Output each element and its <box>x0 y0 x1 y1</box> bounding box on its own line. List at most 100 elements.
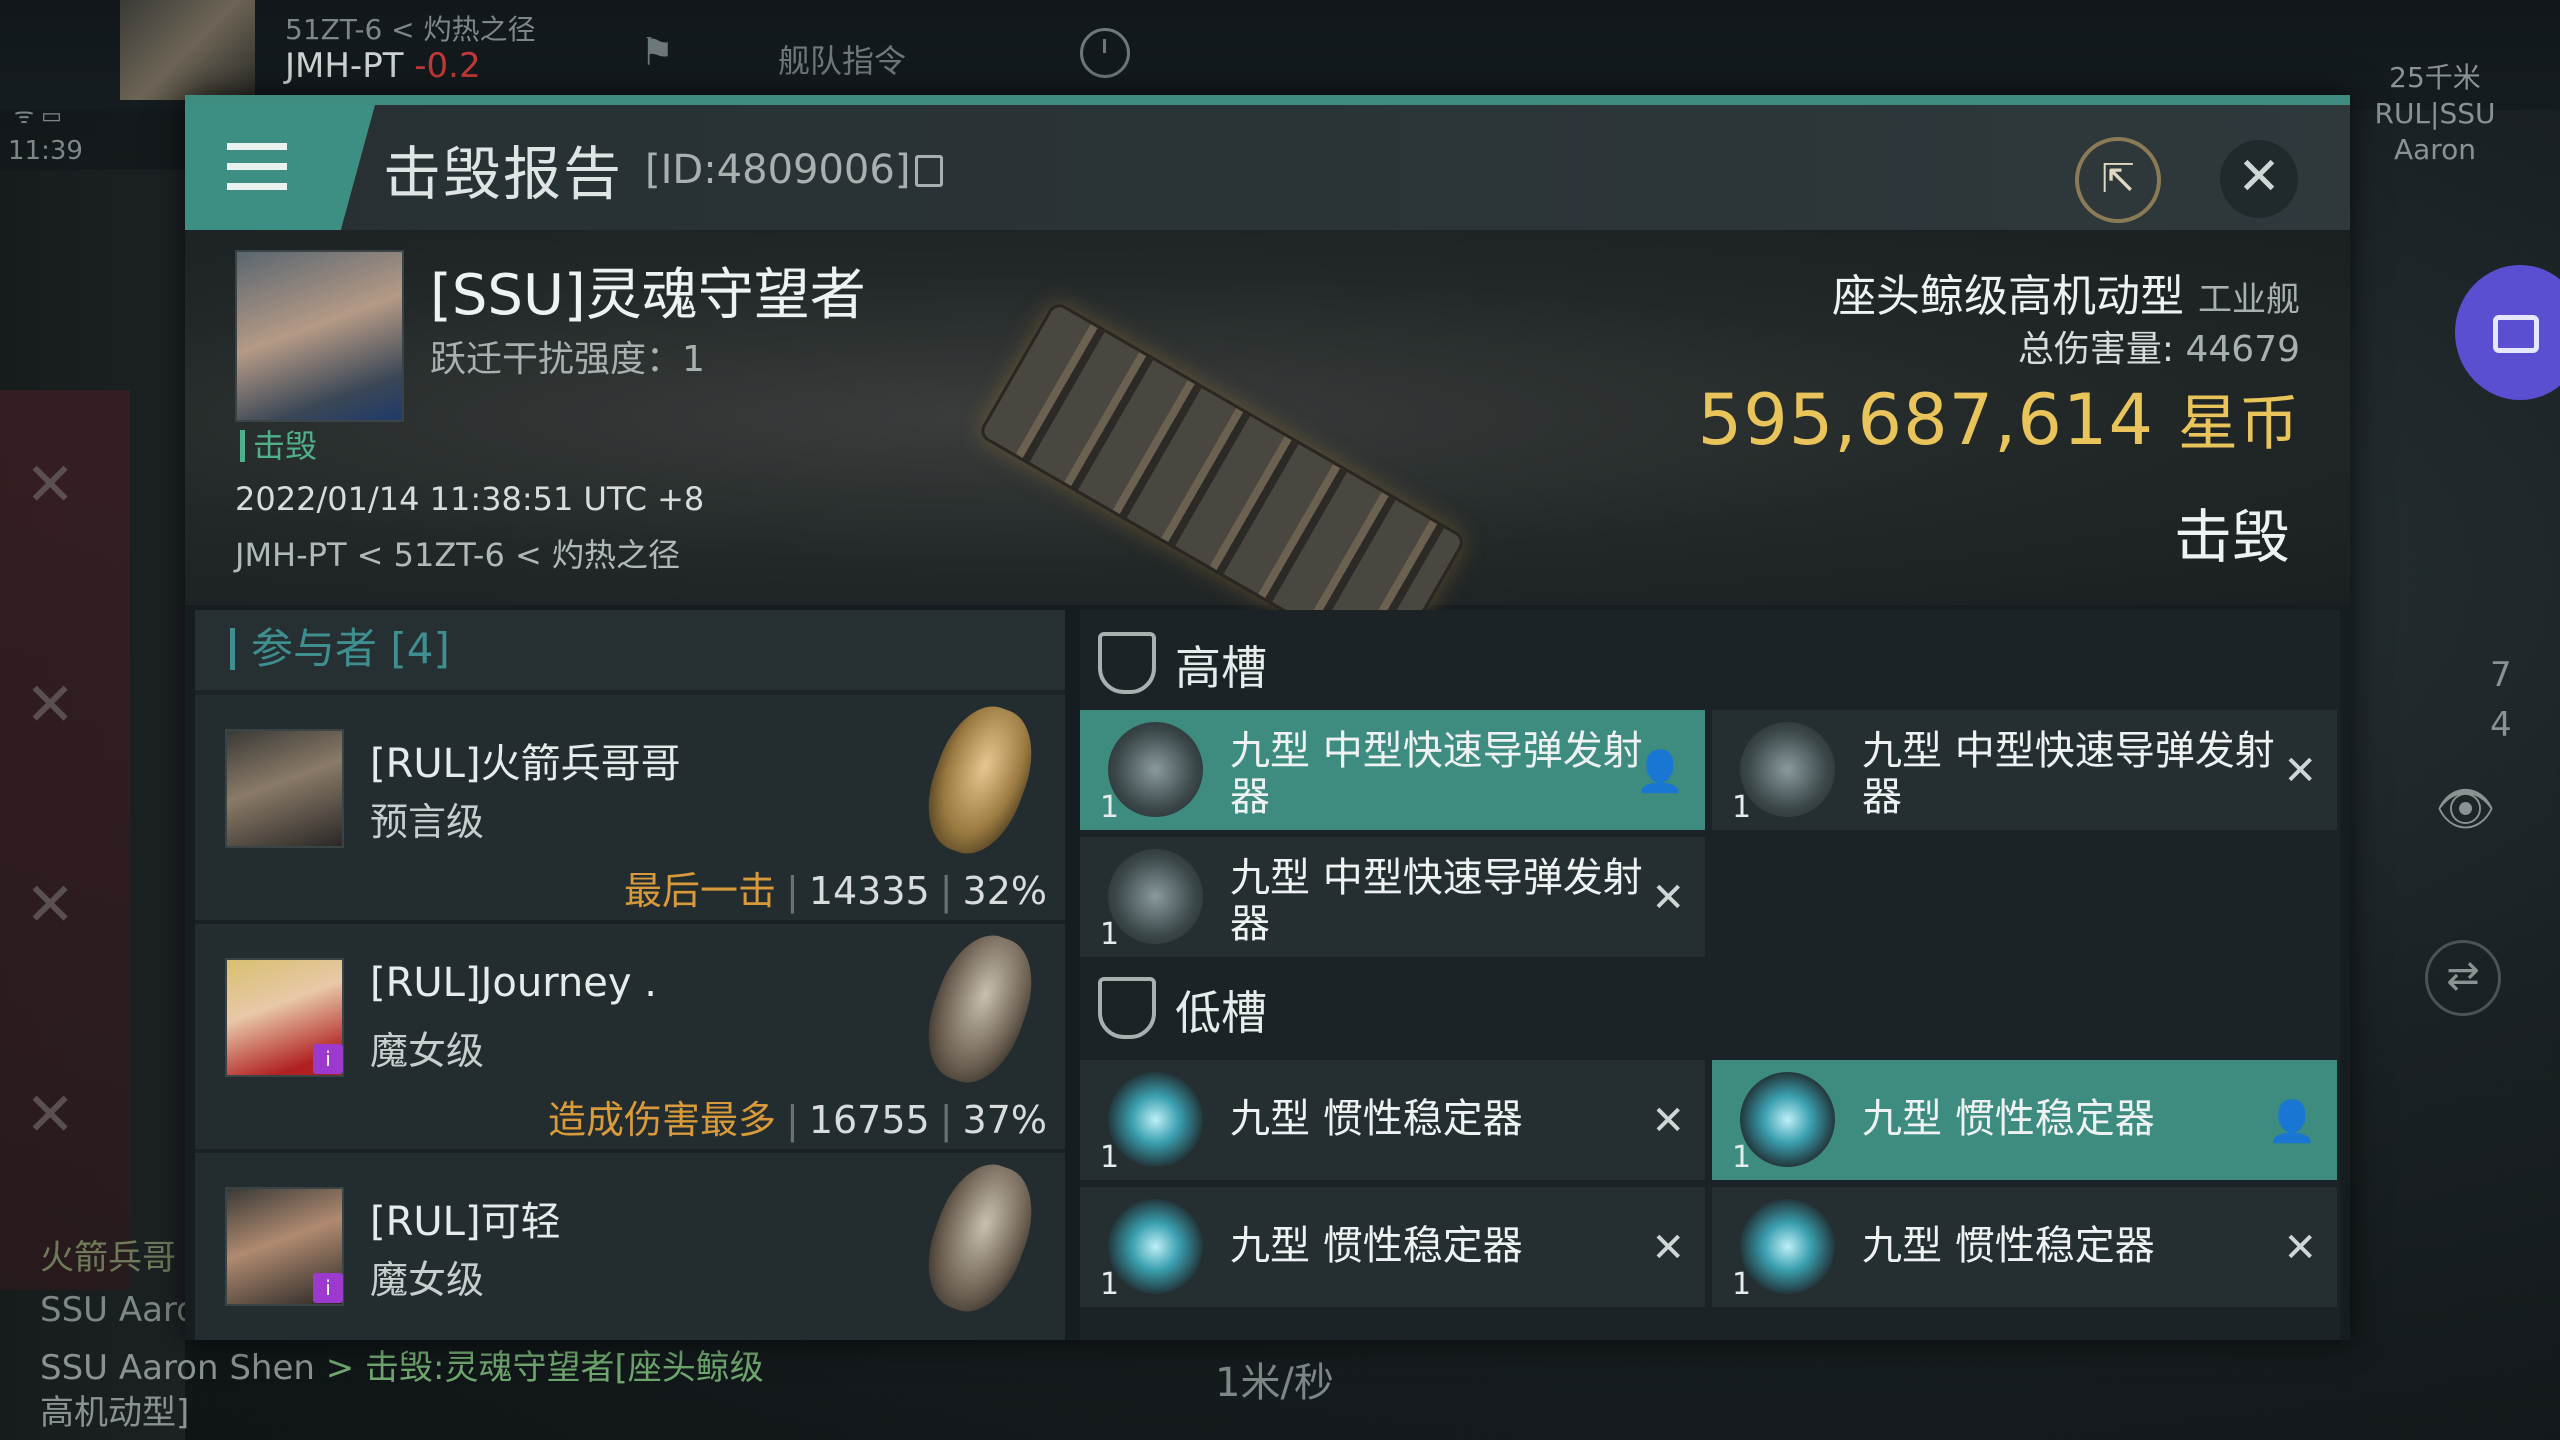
module-qty: 1 <box>1100 917 1120 952</box>
victim-summary: [SSU]灵魂守望者 跃迁干扰强度：1 击毁 2022/01/14 11:38:… <box>185 230 2350 674</box>
stat-percent: 32% <box>962 869 1047 913</box>
ship-icon <box>912 694 1048 866</box>
stat-label: 造成伤害最多 <box>548 1098 777 1142</box>
module-qty: 1 <box>1100 1140 1120 1175</box>
person-icon: 👤 <box>1635 749 1685 795</box>
stat-damage: 14335 <box>808 869 930 913</box>
kill-report-modal: 击毁报告 [ID:4809006] ⇱ ✕ [SSU]灵魂守望者 跃迁干扰强度：… <box>185 95 2350 1340</box>
info-icon: i <box>313 1044 343 1074</box>
module-name: 九型 惯性稳定器 <box>1862 1223 2155 1269</box>
victim-name: [SSU]灵魂守望者 <box>430 263 866 328</box>
chat-line: 高机动型] <box>40 1393 190 1433</box>
participants-panel: 参与者 [4] [RUL]火箭兵哥哥 预言级 最后一击 | 14335 | 32% i … <box>195 610 1065 1340</box>
clock-icon[interactable] <box>1080 28 1130 78</box>
participant-row[interactable]: i [RUL]可轻 魔女级 <box>195 1152 1065 1340</box>
fitting-panel: 高槽 1 九型 中型快速导弹发射器 👤 1 九型 中型快速导弹发射器 ✕ 1 九… <box>1080 610 2340 1340</box>
count-badge: 7 <box>2490 655 2512 695</box>
ship-icon <box>912 1152 1048 1324</box>
module-slot[interactable]: 1 九型 中型快速导弹发射器 ✕ <box>1080 837 1705 957</box>
victim-portrait[interactable] <box>235 250 404 422</box>
report-id: [ID:4809006] <box>645 147 911 193</box>
module-slot[interactable]: 1 九型 中型快速导弹发射器 ✕ <box>1712 710 2337 830</box>
ship-type: 座头鲸级高机动型 <box>1832 271 2184 322</box>
module-qty: 1 <box>1100 1267 1120 1302</box>
module-slot[interactable]: 1 九型 惯性稳定器 ✕ <box>1080 1187 1705 1307</box>
isk-amount: 595,687,614 <box>1697 379 2154 461</box>
stabilizer-icon <box>1108 1199 1203 1294</box>
speed-readout: 1米/秒 <box>1215 1360 1334 1406</box>
share-button[interactable]: ⇱ <box>2075 137 2161 223</box>
kill-route: JMH-PT < 51ZT-6 < 灼热之径 <box>235 536 680 574</box>
eye-icon[interactable]: 👁 <box>2435 780 2496 837</box>
pilot-avatar[interactable] <box>120 0 255 100</box>
stabilizer-icon <box>1108 1072 1203 1167</box>
launcher-icon <box>1740 722 1835 817</box>
copy-icon[interactable] <box>915 155 943 187</box>
target-distance: 25千米 <box>2389 61 2481 94</box>
location-route: 51ZT-6 < 灼热之径 <box>285 13 536 46</box>
participant-stats: 最后一击 | 14335 | 32% <box>624 869 1047 913</box>
kill-datetime: 2022/01/14 11:38:51 UTC +8 <box>235 480 705 518</box>
fleet-command-button[interactable]: 舰队指令 <box>778 36 906 82</box>
chat-line: SSU Aaro <box>40 1290 197 1330</box>
count-badge: 4 <box>2490 705 2512 745</box>
participant-row[interactable]: i [RUL]Journey . 魔女级 造成伤害最多 | 16755 | 37% <box>195 923 1065 1153</box>
high-slot-header: 高槽 <box>1080 610 2340 708</box>
system-name[interactable]: JMH-PT -0.2 <box>285 46 481 86</box>
menu-button[interactable] <box>185 105 375 230</box>
total-damage-value: 44679 <box>2185 329 2300 370</box>
system-label: JMH-PT <box>285 46 404 86</box>
module-slot[interactable]: 1 九型 惯性稳定器 👤 <box>1712 1060 2337 1180</box>
camera-button[interactable] <box>2455 265 2560 400</box>
x-icon: ✕ <box>25 1080 76 1150</box>
participant-name: [RUL]可轻 <box>370 1199 561 1245</box>
module-name: 九型 惯性稳定器 <box>1230 1223 1523 1269</box>
menu-icon <box>227 183 287 190</box>
shield-icon <box>1098 632 1156 694</box>
wifi-icon: ᯤ ▭ <box>14 104 62 129</box>
participants-title: 参与者 [4] <box>230 628 450 670</box>
total-damage-label: 总伤害量: <box>2017 329 2175 370</box>
module-qty: 1 <box>1732 790 1752 825</box>
x-icon: ✕ <box>25 450 76 520</box>
shield-icon <box>1098 977 1156 1039</box>
flag-icon[interactable]: ⚑ <box>640 30 674 74</box>
info-icon: i <box>313 1273 343 1303</box>
participant-ship: 预言级 <box>370 800 485 844</box>
swap-icon[interactable]: ⇄ <box>2425 940 2501 1016</box>
close-button[interactable]: ✕ <box>2220 140 2298 218</box>
clock-text: 11:39 <box>8 136 83 166</box>
kill-status: 击毁 <box>2173 503 2290 571</box>
stat-label: 最后一击 <box>624 869 777 913</box>
menu-icon <box>227 163 287 170</box>
chat-sender: SSU Aaron Shen <box>40 1348 315 1388</box>
module-qty: 1 <box>1732 1140 1752 1175</box>
stabilizer-icon <box>1740 1072 1835 1167</box>
module-name: 九型 惯性稳定器 <box>1230 1096 1523 1142</box>
module-name: 九型 中型快速导弹发射器 <box>1230 728 1643 820</box>
close-icon: ✕ <box>2237 147 2281 207</box>
ship-name[interactable]: 座头鲸级高机动型 工业舰 <box>1832 260 2300 324</box>
x-icon: ✕ <box>25 670 76 740</box>
x-icon: ✕ <box>1651 1098 1685 1144</box>
low-slot-header: 低槽 <box>1080 955 2340 1053</box>
participant-name: [RUL]Journey . <box>370 960 657 1006</box>
launcher-icon <box>1108 849 1203 944</box>
stabilizer-icon <box>1740 1199 1835 1294</box>
module-slot[interactable]: 1 九型 惯性稳定器 ✕ <box>1712 1187 2337 1307</box>
module-slot[interactable]: 1 九型 中型快速导弹发射器 👤 <box>1080 710 1705 830</box>
ship-icon <box>912 923 1048 1095</box>
x-icon: ✕ <box>2283 748 2317 794</box>
x-icon: ✕ <box>2283 1225 2317 1271</box>
participant-ship: 魔女级 <box>370 1258 485 1302</box>
participant-ship: 魔女级 <box>370 1029 485 1073</box>
x-icon: ✕ <box>1651 1225 1685 1271</box>
stat-percent: 37% <box>962 1098 1047 1142</box>
module-name: 九型 中型快速导弹发射器 <box>1230 855 1643 947</box>
participants-header: 参与者 [4] <box>195 610 1065 690</box>
module-slot[interactable]: 1 九型 惯性稳定器 ✕ <box>1080 1060 1705 1180</box>
target-info[interactable]: 25千米 RUL|SSU Aaron <box>2350 60 2520 168</box>
launcher-icon <box>1108 722 1203 817</box>
participant-row[interactable]: [RUL]火箭兵哥哥 预言级 最后一击 | 14335 | 32% <box>195 694 1065 924</box>
modal-title: 击毁报告 <box>383 140 624 208</box>
